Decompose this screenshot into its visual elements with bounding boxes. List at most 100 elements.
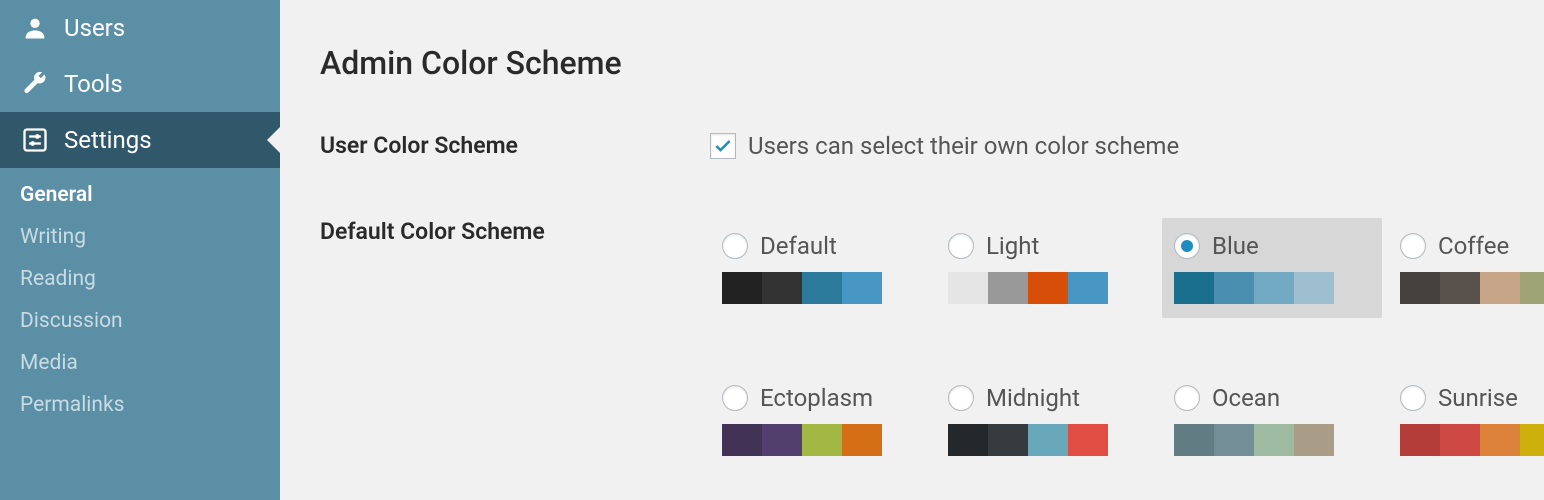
color-swatches [1174,272,1334,304]
radio-icon[interactable] [1174,385,1200,411]
radio-icon[interactable] [722,233,748,259]
color-swatches [948,272,1108,304]
color-swatch [1294,272,1334,304]
color-swatches [722,424,882,456]
scheme-name-label: Light [986,232,1039,260]
color-swatch [722,272,762,304]
scheme-head: Coffee [1400,232,1544,260]
color-swatches [1400,424,1544,456]
color-swatch [1254,272,1294,304]
radio-icon[interactable] [948,233,974,259]
color-swatch [1520,272,1544,304]
scheme-head: Default [722,232,918,260]
color-swatch [1440,272,1480,304]
color-swatch [948,424,988,456]
color-swatches [1400,272,1544,304]
scheme-head: Ocean [1174,384,1370,412]
radio-icon[interactable] [1400,385,1426,411]
scheme-head: Midnight [948,384,1144,412]
row-user-color-scheme: User Color Scheme Users can select their… [320,132,1544,160]
color-swatch [1254,424,1294,456]
sidebar-item-label: Users [64,14,125,42]
scheme-name-label: Coffee [1438,232,1509,260]
color-swatch [1294,424,1334,456]
scheme-name-label: Blue [1212,232,1259,260]
radio-dot [1181,240,1193,252]
color-swatch [762,424,802,456]
scheme-name-label: Default [760,232,837,260]
scheme-name-label: Midnight [986,384,1080,412]
color-swatch [1440,424,1480,456]
sidebar-submenu: General Writing Reading Discussion Media… [0,168,280,434]
user-icon [20,14,50,42]
sidebar-sub-media[interactable]: Media [20,342,280,384]
color-swatch [802,272,842,304]
checkbox-icon[interactable] [710,133,736,159]
sidebar-item-users[interactable]: Users [0,0,280,56]
color-swatch [948,272,988,304]
radio-icon[interactable] [722,385,748,411]
scheme-option-ocean[interactable]: Ocean [1162,370,1382,470]
color-swatches [722,272,882,304]
sidebar: Users Tools Settings General Writing Rea… [0,0,280,500]
color-swatch [1400,424,1440,456]
color-swatch [988,272,1028,304]
color-swatch [762,272,802,304]
scheme-option-default[interactable]: Default [710,218,930,318]
sidebar-item-tools[interactable]: Tools [0,56,280,112]
label-user-color-scheme: User Color Scheme [320,132,710,159]
sidebar-sub-permalinks[interactable]: Permalinks [20,384,280,426]
sidebar-sub-writing[interactable]: Writing [20,216,280,258]
color-swatch [1174,424,1214,456]
color-swatches [948,424,1108,456]
scheme-name-label: Ectoplasm [760,384,873,412]
color-swatch [842,272,882,304]
sliders-icon [20,126,50,154]
page-title: Admin Color Scheme [320,44,1544,82]
color-swatches [1174,424,1334,456]
scheme-option-ectoplasm[interactable]: Ectoplasm [710,370,930,470]
scheme-grid: Default Light Blue Coffee Ectoplasm Midnight O… [710,218,1544,470]
color-swatch [1174,272,1214,304]
sidebar-sub-discussion[interactable]: Discussion [20,300,280,342]
sidebar-sub-general[interactable]: General [20,174,280,216]
checkbox-label: Users can select their own color scheme [748,132,1179,160]
row-default-color-scheme: Default Color Scheme Default Light Blue Cof… [320,218,1544,470]
scheme-option-blue[interactable]: Blue [1162,218,1382,318]
color-swatch [988,424,1028,456]
scheme-name-label: Sunrise [1438,384,1518,412]
scheme-option-sunrise[interactable]: Sunrise [1388,370,1544,470]
scheme-name-label: Ocean [1212,384,1280,412]
color-swatch [1400,272,1440,304]
scheme-option-light[interactable]: Light [936,218,1156,318]
checkbox-user-color[interactable]: Users can select their own color scheme [710,132,1544,160]
color-swatch [1480,424,1520,456]
label-default-color-scheme: Default Color Scheme [320,218,710,245]
color-swatch [842,424,882,456]
scheme-head: Sunrise [1400,384,1544,412]
color-swatch [1214,424,1254,456]
color-swatch [1028,272,1068,304]
radio-icon[interactable] [948,385,974,411]
color-swatch [1520,424,1544,456]
radio-icon[interactable] [1400,233,1426,259]
color-swatch [1068,272,1108,304]
scheme-option-midnight[interactable]: Midnight [936,370,1156,470]
wrench-icon [20,70,50,98]
scheme-option-coffee[interactable]: Coffee [1388,218,1544,318]
color-swatch [802,424,842,456]
sidebar-item-settings[interactable]: Settings [0,112,280,168]
color-swatch [722,424,762,456]
scheme-head: Ectoplasm [722,384,918,412]
color-swatch [1028,424,1068,456]
scheme-head: Blue [1174,232,1370,260]
radio-icon[interactable] [1174,233,1200,259]
color-swatch [1214,272,1254,304]
sidebar-sub-reading[interactable]: Reading [20,258,280,300]
sidebar-item-label: Settings [64,126,152,154]
scheme-head: Light [948,232,1144,260]
main-content: Admin Color Scheme User Color Scheme Use… [280,0,1544,500]
sidebar-item-label: Tools [64,70,123,98]
color-swatch [1068,424,1108,456]
color-swatch [1480,272,1520,304]
